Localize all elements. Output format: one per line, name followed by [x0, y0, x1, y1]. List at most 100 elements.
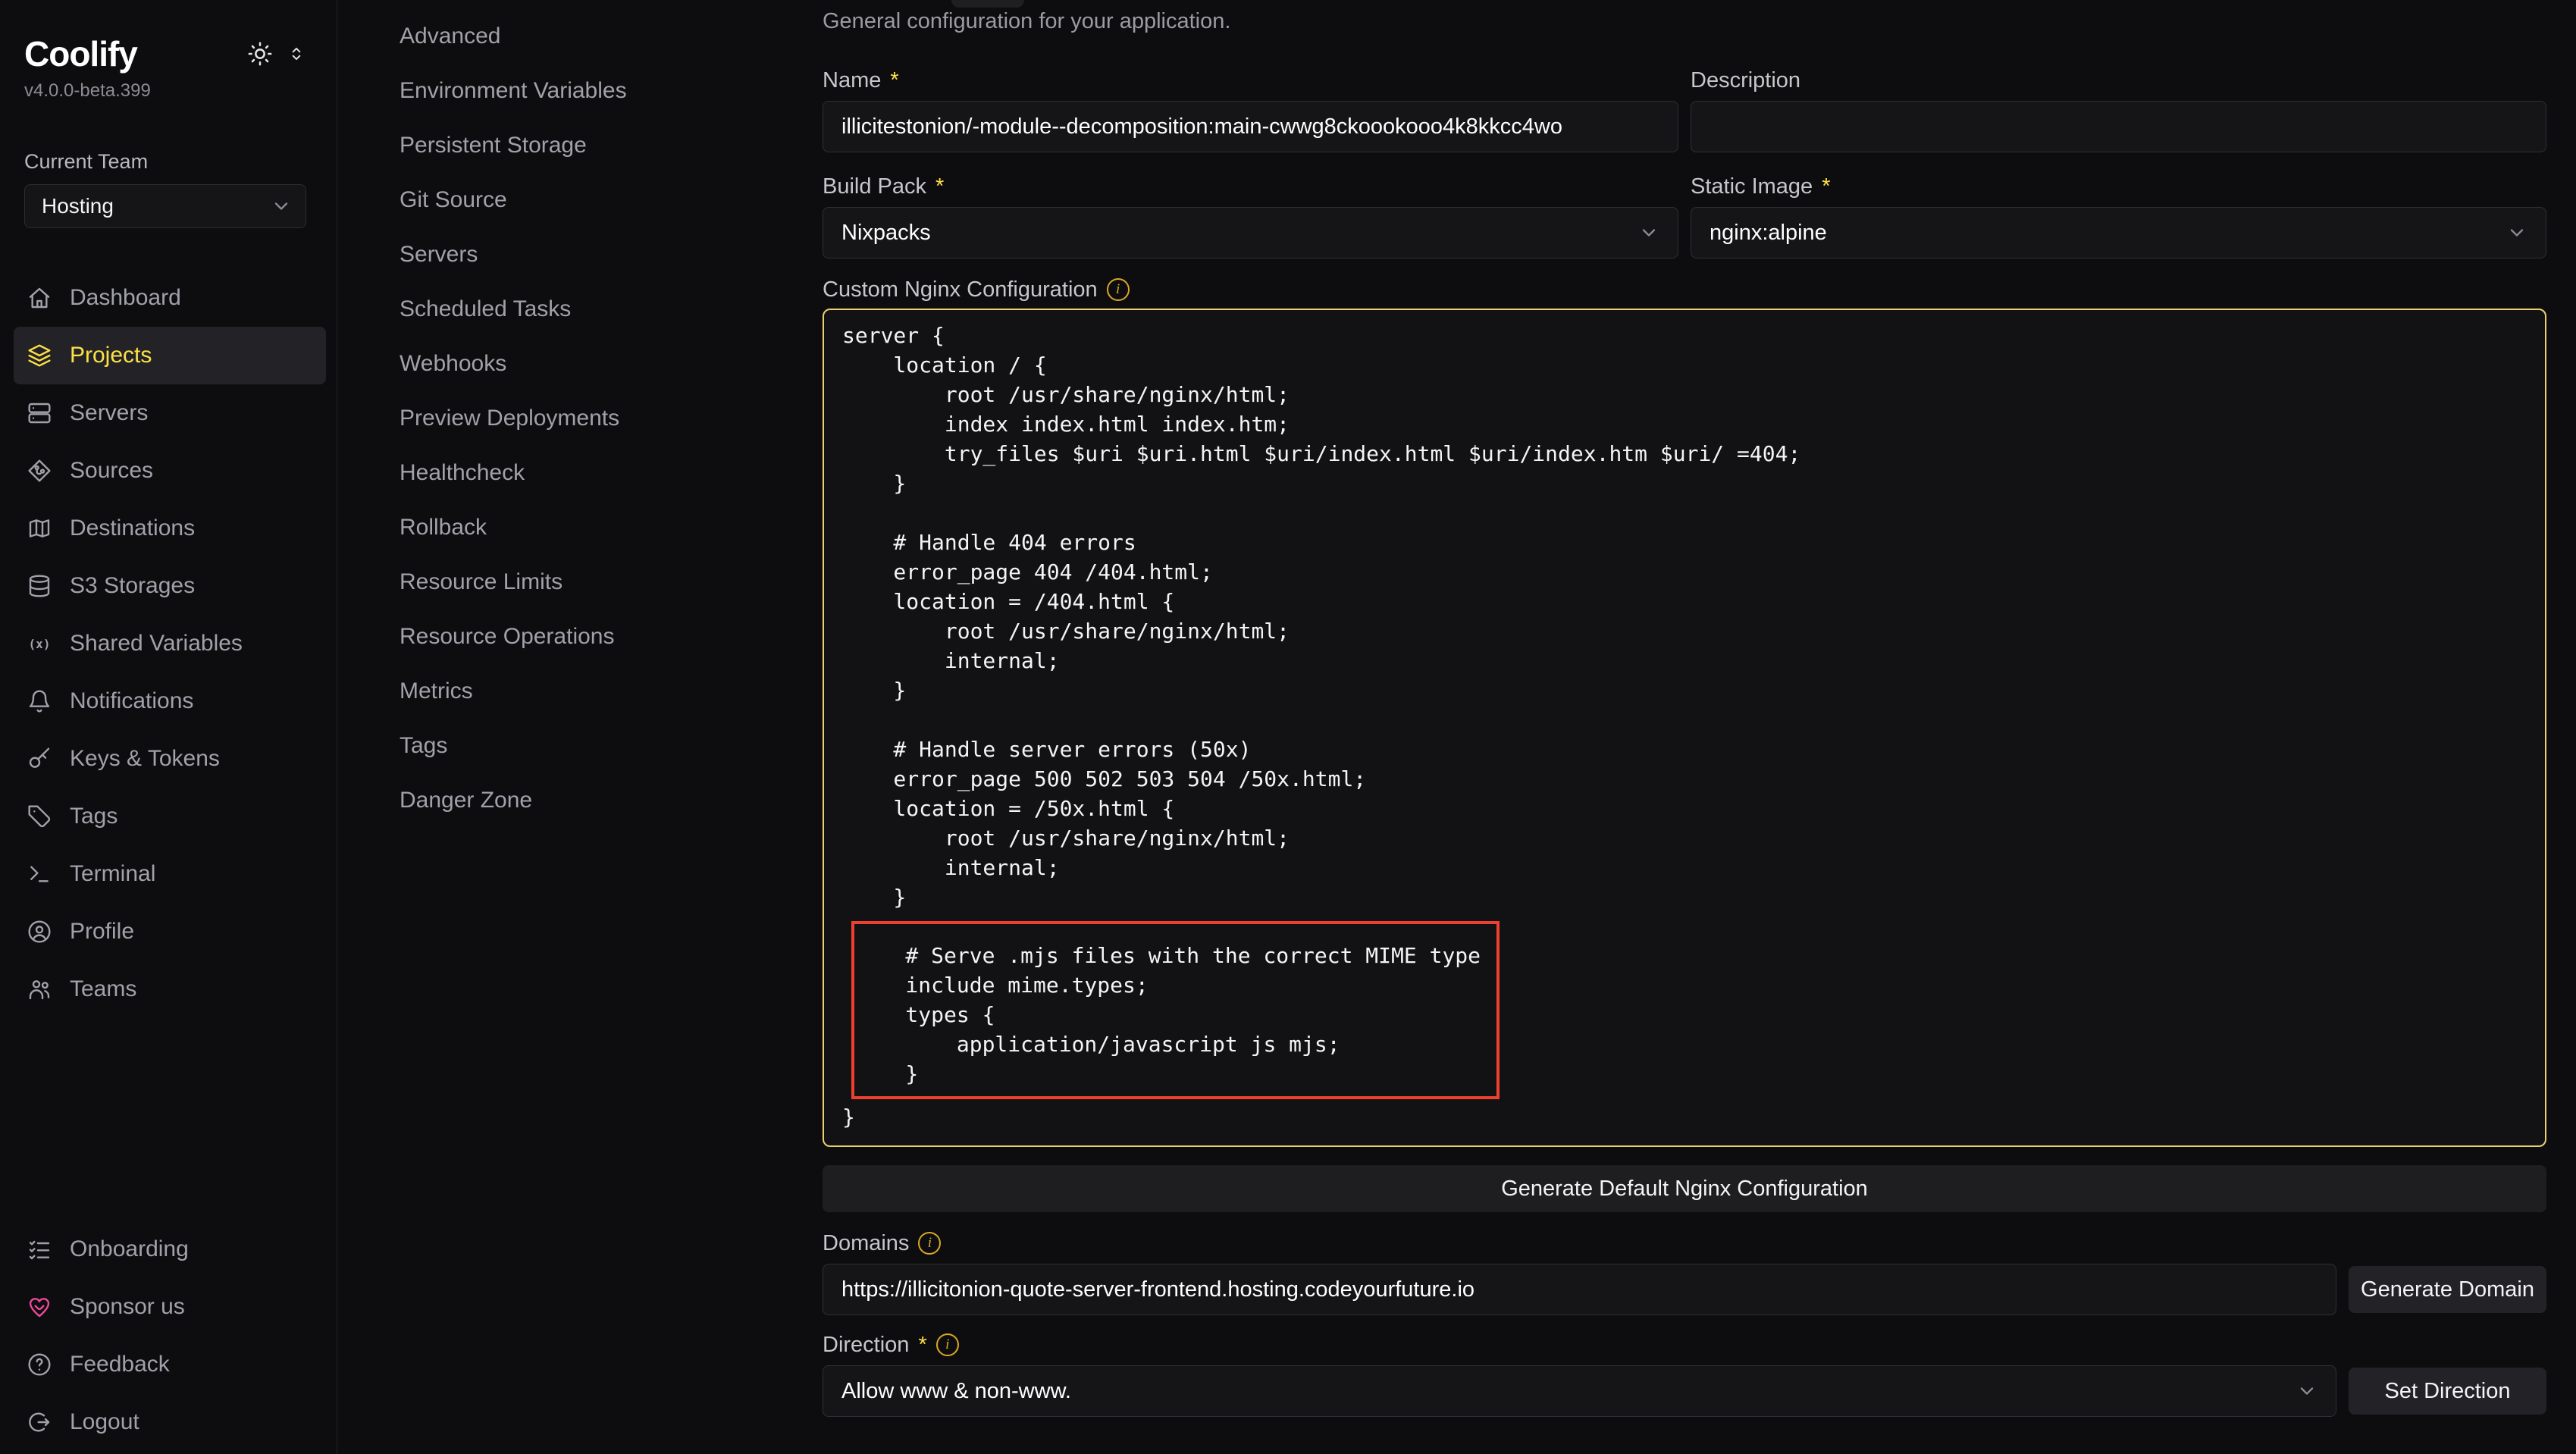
theme-sun-icon[interactable]: [247, 41, 273, 67]
subnav-item-servers[interactable]: Servers: [400, 227, 823, 282]
sidebar-item-notifications[interactable]: Notifications: [14, 672, 326, 730]
subnav-item-resource-limits[interactable]: Resource Limits: [400, 555, 823, 609]
subnav-item-danger-zone[interactable]: Danger Zone: [400, 773, 823, 828]
team-select-value: Hosting: [42, 194, 114, 218]
heart-hands-icon: [27, 1295, 52, 1319]
build-pack-label: Build Pack*: [823, 174, 1678, 199]
sidebar-item-label: Keys & Tokens: [70, 746, 220, 772]
static-image-label: Static Image*: [1691, 174, 2546, 199]
sidebar-item-destinations[interactable]: Destinations: [14, 500, 326, 557]
static-image-select[interactable]: nginx:alpine: [1691, 207, 2546, 259]
subnav-item-rollback[interactable]: Rollback: [400, 500, 823, 555]
sidebar-item-tags[interactable]: Tags: [14, 788, 326, 845]
subnav-item-git-source[interactable]: Git Source: [400, 173, 823, 227]
domains-label: Domains i: [823, 1230, 2546, 1256]
layers-icon: [27, 343, 52, 368]
nginx-config-editor[interactable]: server { location / { root /usr/share/ng…: [823, 309, 2546, 1147]
sidebar-item-label: Projects: [70, 343, 152, 368]
terminal-icon: [27, 862, 52, 886]
name-input[interactable]: [823, 101, 1678, 152]
logo-row: Coolify: [24, 33, 324, 74]
sidebar-item-keys-tokens[interactable]: Keys & Tokens: [14, 730, 326, 788]
info-icon[interactable]: i: [1107, 278, 1130, 301]
subnav-item-persistent-storage[interactable]: Persistent Storage: [400, 118, 823, 173]
build-pack-select[interactable]: Nixpacks: [823, 207, 1678, 259]
chevron-down-icon: [2296, 1380, 2317, 1402]
sidebar-item-label: Notifications: [70, 688, 193, 714]
static-image-value: nginx:alpine: [1709, 221, 1827, 246]
subnav-item-metrics[interactable]: Metrics: [400, 664, 823, 719]
sidebar-item-label: Dashboard: [70, 285, 181, 311]
database-icon: [27, 574, 52, 598]
sidebar-item-servers[interactable]: Servers: [14, 384, 326, 442]
subnav-item-tags[interactable]: Tags: [400, 719, 823, 773]
svg-text:(x): (x): [29, 637, 51, 651]
sidebar-item-projects[interactable]: Projects: [14, 327, 326, 384]
sidebar-item-sources[interactable]: Sources: [14, 442, 326, 500]
set-direction-button[interactable]: Set Direction: [2349, 1368, 2546, 1415]
chevron-down-icon: [1638, 222, 1659, 243]
logout-icon: [27, 1410, 52, 1434]
generate-default-nginx-button[interactable]: Generate Default Nginx Configuration: [823, 1165, 2546, 1212]
sidebar-item-shared-variables[interactable]: (x)Shared Variables: [14, 615, 326, 672]
nginx-code-before: server { location / { root /usr/share/ng…: [842, 321, 2527, 912]
info-icon[interactable]: i: [936, 1333, 959, 1356]
sidebar-item-teams[interactable]: Teams: [14, 960, 326, 1018]
subnav-item-healthcheck[interactable]: Healthcheck: [400, 446, 823, 500]
sidebar-item-logout[interactable]: Logout: [14, 1393, 326, 1451]
sidebar-item-label: Sponsor us: [70, 1294, 185, 1320]
braces-x-icon: (x): [27, 631, 52, 656]
main-content: General configuration for your applicati…: [823, 0, 2576, 1454]
server-icon: [27, 401, 52, 425]
direction-label: Direction * i: [823, 1332, 2546, 1358]
sidebar-item-label: Teams: [70, 976, 136, 1002]
sidebar-item-terminal[interactable]: Terminal: [14, 845, 326, 903]
custom-nginx-label: Custom Nginx Configuration i: [823, 277, 2546, 302]
settings-subnav: AdvancedEnvironment VariablesPersistent …: [337, 0, 823, 1454]
team-select[interactable]: Hosting: [24, 184, 306, 228]
sidebar-item-label: Tags: [70, 804, 118, 829]
generate-domain-button[interactable]: Generate Domain: [2349, 1266, 2546, 1313]
tab-remnant: [951, 0, 1024, 8]
direction-value: Allow www & non-www.: [841, 1379, 1071, 1404]
subnav-item-webhooks[interactable]: Webhooks: [400, 337, 823, 391]
sidebar-nav: Dashboard Projects Servers Sources Destinati…: [14, 269, 326, 1018]
sidebar-item-label: Servers: [70, 400, 148, 426]
bell-icon: [27, 689, 52, 713]
users-icon: [27, 977, 52, 1001]
sidebar: Coolify v4.0.0-beta.399 Current Team Hos…: [0, 0, 337, 1454]
sidebar-item-dashboard[interactable]: Dashboard: [14, 269, 326, 327]
help-circle-icon: [27, 1352, 52, 1377]
domains-input[interactable]: [823, 1264, 2336, 1315]
info-icon[interactable]: i: [918, 1232, 941, 1255]
chevrons-up-down-icon[interactable]: [287, 44, 306, 64]
sidebar-item-s3-storages[interactable]: S3 Storages: [14, 557, 326, 615]
sidebar-item-label: Onboarding: [70, 1236, 189, 1262]
tag-icon: [27, 804, 52, 829]
sidebar-footer-nav: Onboarding Sponsor us FeedbackLogout: [14, 1221, 326, 1451]
nginx-code-highlighted: # Serve .mjs files with the correct MIME…: [854, 941, 1496, 1089]
subnav-item-scheduled-tasks[interactable]: Scheduled Tasks: [400, 282, 823, 337]
page-subtitle: General configuration for your applicati…: [823, 0, 2546, 34]
subnav-item-environment-variables[interactable]: Environment Variables: [400, 64, 823, 118]
sidebar-item-onboarding[interactable]: Onboarding: [14, 1221, 326, 1278]
chevron-down-icon: [2506, 222, 2527, 243]
sidebar-item-label: S3 Storages: [70, 573, 195, 599]
app-version: v4.0.0-beta.399: [24, 80, 324, 102]
home-icon: [27, 286, 52, 310]
direction-select[interactable]: Allow www & non-www.: [823, 1365, 2336, 1417]
subnav-item-advanced[interactable]: Advanced: [400, 9, 823, 64]
sidebar-item-label: Profile: [70, 919, 134, 945]
user-circle-icon: [27, 920, 52, 944]
subnav-item-preview-deployments[interactable]: Preview Deployments: [400, 391, 823, 446]
sidebar-item-sponsor-us[interactable]: Sponsor us: [14, 1278, 326, 1336]
app-logo: Coolify: [24, 33, 137, 74]
sidebar-item-label: Sources: [70, 458, 153, 484]
description-input[interactable]: [1691, 101, 2546, 152]
sidebar-item-feedback[interactable]: Feedback: [14, 1336, 326, 1393]
map-icon: [27, 516, 52, 541]
red-annotation-box: # Serve .mjs files with the correct MIME…: [851, 921, 1500, 1099]
sidebar-item-label: Destinations: [70, 515, 195, 541]
subnav-item-resource-operations[interactable]: Resource Operations: [400, 609, 823, 664]
sidebar-item-profile[interactable]: Profile: [14, 903, 326, 960]
